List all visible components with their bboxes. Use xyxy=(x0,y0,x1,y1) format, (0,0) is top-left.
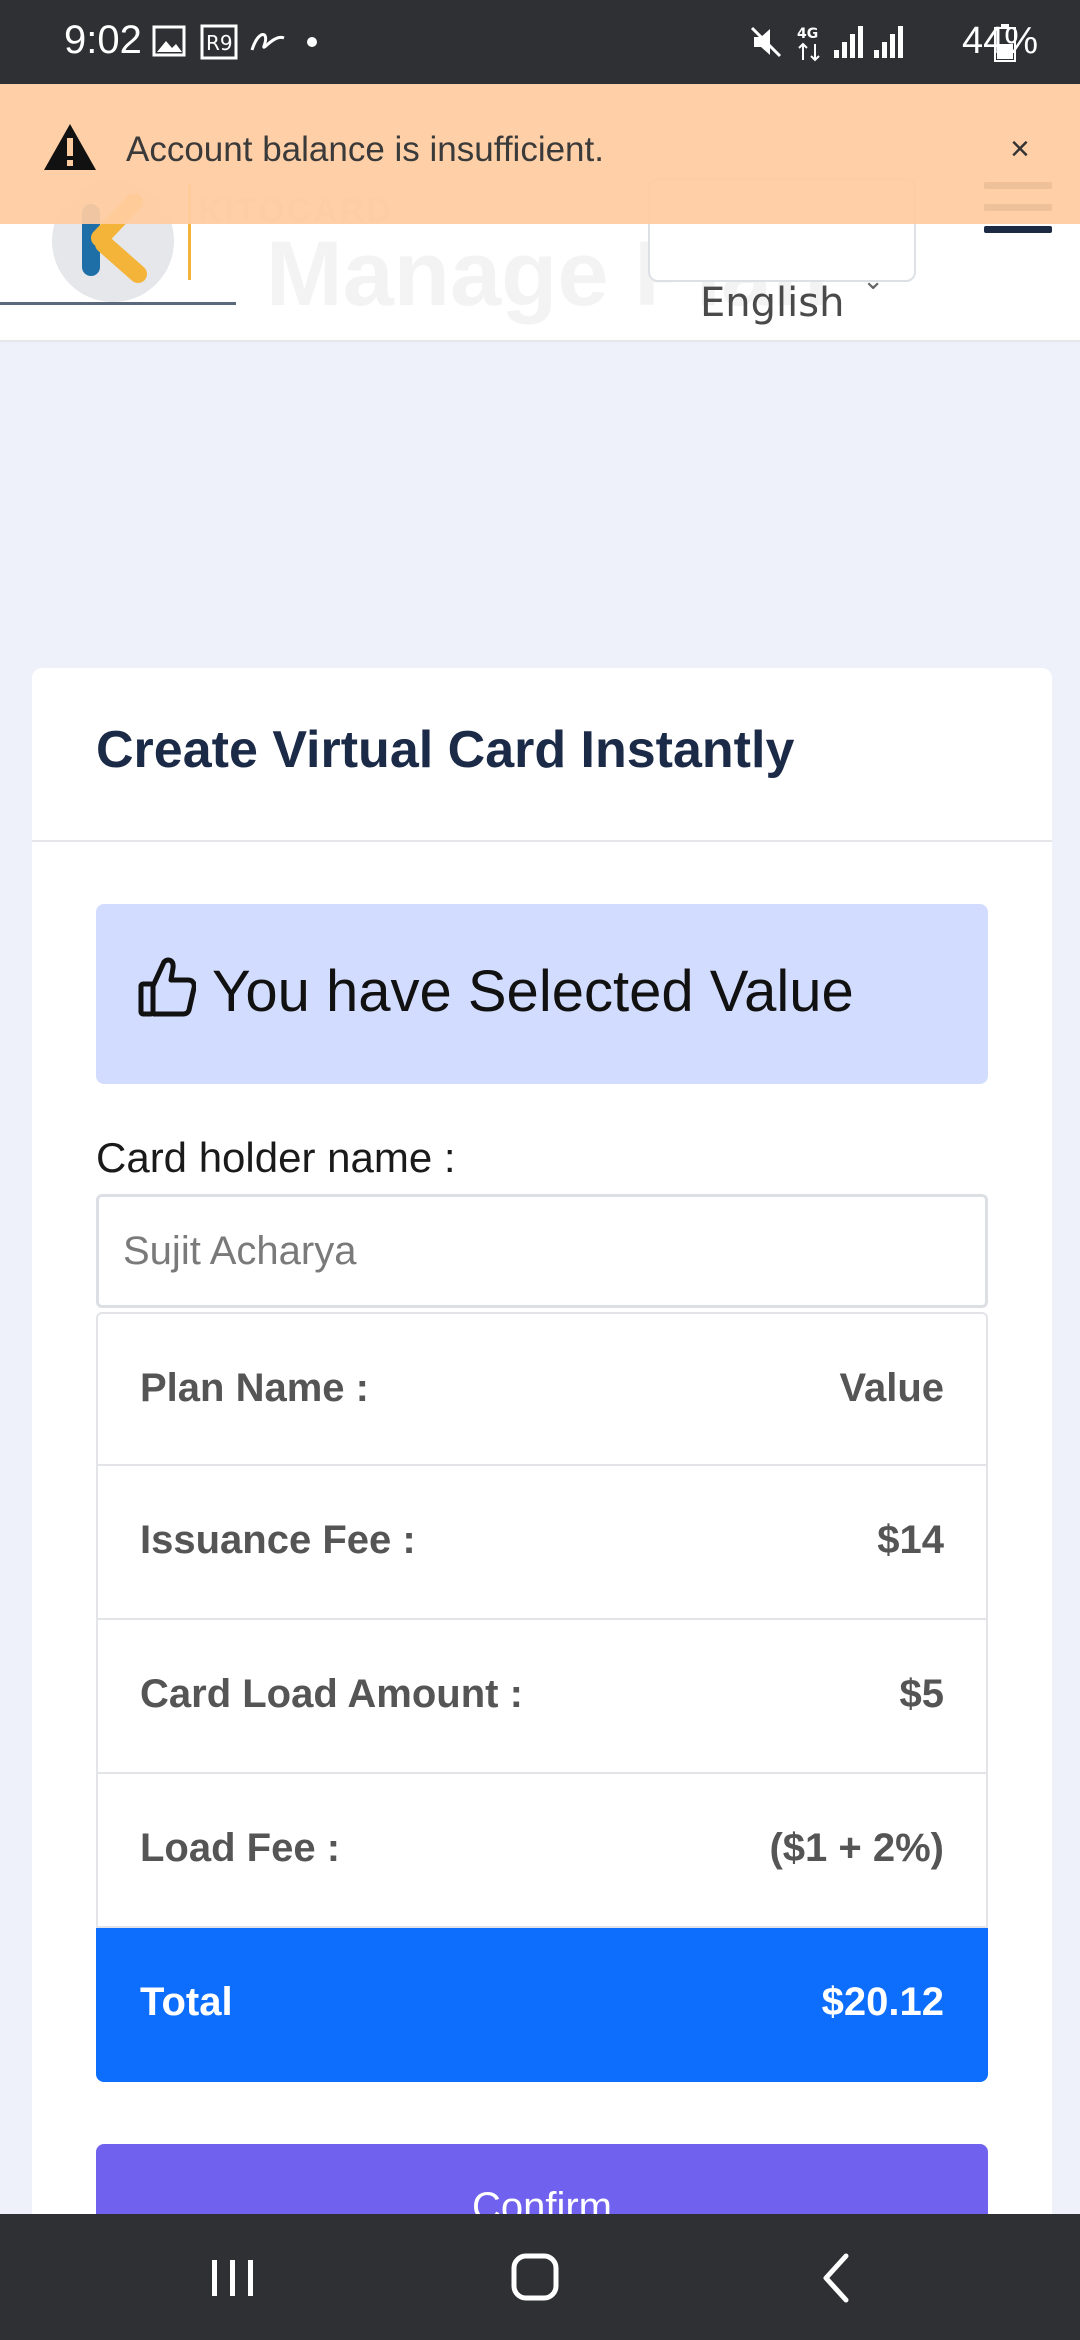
summary-value: $14 xyxy=(877,1518,944,1562)
plan-summary-table: Plan Name : Value Issuance Fee : $14 Car… xyxy=(96,1312,988,2082)
thumbs-up-icon xyxy=(138,957,196,1017)
dot-icon xyxy=(307,37,317,47)
create-card-panel: Create Virtual Card Instantly You have S… xyxy=(32,668,1052,2340)
back-icon[interactable] xyxy=(802,2248,872,2308)
selected-plan-banner: You have Selected Value xyxy=(96,904,988,1084)
selected-plan-text: You have Selected Value xyxy=(212,959,854,1024)
svg-text:R9: R9 xyxy=(206,31,233,55)
battery-icon xyxy=(994,24,1016,62)
summary-key: Issuance Fee : xyxy=(140,1518,416,1562)
chevron-down-icon: ⌄ xyxy=(862,266,884,296)
signal-icon xyxy=(834,26,863,58)
summary-key: Load Fee : xyxy=(140,1826,341,1870)
svg-text:4G: 4G xyxy=(797,26,818,42)
signal-icon xyxy=(874,26,903,58)
total-value: $20.12 xyxy=(821,1980,944,2024)
summary-value: $5 xyxy=(899,1672,945,1716)
holder-name-label: Card holder name : xyxy=(96,1134,456,1181)
4g-icon: 4G xyxy=(797,26,820,62)
summary-key: Card Load Amount : xyxy=(140,1672,523,1716)
summary-key: Plan Name : xyxy=(140,1366,369,1410)
card-divider xyxy=(32,840,1052,842)
hamburger-line xyxy=(984,226,1052,233)
summary-row-load-amount: Card Load Amount : $5 xyxy=(96,1620,988,1774)
image-icon xyxy=(152,25,186,57)
system-nav-bar xyxy=(0,2214,1080,2340)
summary-value: Value xyxy=(839,1366,944,1410)
warning-icon xyxy=(44,124,96,170)
toast-divider xyxy=(0,302,236,305)
summary-row-load-fee: Load Fee : ($1 + 2%) xyxy=(96,1774,988,1928)
r9-icon: R9 xyxy=(200,24,238,60)
recent-apps-icon[interactable] xyxy=(198,2248,268,2308)
scribble-icon xyxy=(250,33,285,51)
mute-icon xyxy=(750,26,782,58)
summary-row-plan-name: Plan Name : Value xyxy=(96,1312,988,1466)
status-time: 9:02 xyxy=(64,18,142,62)
total-label: Total xyxy=(140,1980,233,2024)
summary-row-total: Total $20.12 xyxy=(96,1928,988,2082)
close-icon[interactable]: × xyxy=(1010,130,1030,169)
insufficient-balance-toast: Account balance is insufficient. × xyxy=(0,84,1080,305)
holder-name-input[interactable] xyxy=(96,1194,988,1308)
language-label: English xyxy=(700,280,845,326)
summary-row-issuance-fee: Issuance Fee : $14 xyxy=(96,1466,988,1620)
status-bar: 9:02 R9 4G 44% xyxy=(0,0,1080,84)
home-icon[interactable] xyxy=(500,2248,570,2308)
summary-value: ($1 + 2%) xyxy=(769,1826,944,1870)
card-title: Create Virtual Card Instantly xyxy=(96,721,795,779)
toast-message: Account balance is insufficient. xyxy=(126,130,604,169)
